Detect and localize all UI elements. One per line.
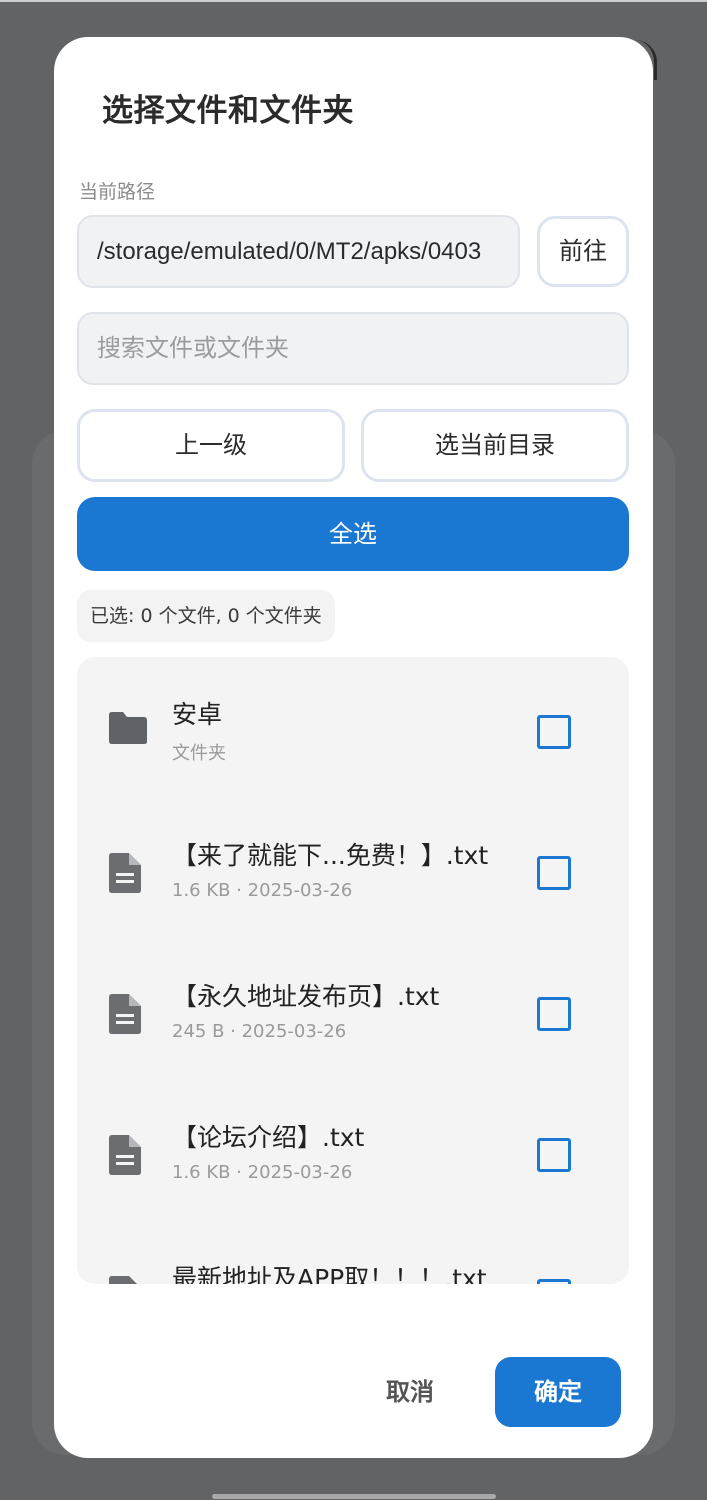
file-icon bbox=[107, 1275, 143, 1284]
file-icon bbox=[107, 852, 143, 898]
item-meta: 1.6 KB · 2025-03-26 bbox=[172, 880, 353, 901]
file-icon bbox=[107, 993, 143, 1039]
search-input[interactable]: 搜索文件或文件夹 bbox=[77, 312, 629, 385]
folder-icon bbox=[107, 711, 149, 749]
select-current-directory-button[interactable]: 选当前目录 bbox=[361, 409, 629, 482]
list-item[interactable]: 【来了就能下...免费！】.txt 1.6 KB · 2025-03-26 bbox=[77, 798, 629, 939]
status-bar-divider bbox=[0, 0, 707, 2]
file-icon bbox=[107, 1134, 143, 1180]
item-checkbox[interactable] bbox=[537, 715, 571, 749]
list-item[interactable]: 安卓 文件夹 bbox=[77, 657, 629, 798]
item-name: 【永久地址发布页】.txt bbox=[172, 982, 440, 1011]
item-name: 最新地址及APP取！！！.txt bbox=[172, 1264, 487, 1284]
item-name: 【论坛介绍】.txt bbox=[172, 1123, 365, 1152]
confirm-button[interactable]: 确定 bbox=[495, 1357, 621, 1427]
item-checkbox[interactable] bbox=[537, 1279, 571, 1284]
item-checkbox[interactable] bbox=[537, 856, 571, 890]
go-button[interactable]: 前往 bbox=[537, 216, 629, 287]
dialog-title: 选择文件和文件夹 bbox=[102, 93, 354, 129]
item-meta: 245 B · 2025-03-26 bbox=[172, 1021, 347, 1042]
selection-summary: 已选: 0 个文件, 0 个文件夹 bbox=[77, 590, 335, 642]
item-checkbox[interactable] bbox=[537, 997, 571, 1031]
item-name: 【来了就能下...免费！】.txt bbox=[172, 841, 489, 870]
cancel-button[interactable]: 取消 bbox=[362, 1357, 458, 1427]
path-input[interactable]: /storage/emulated/0/MT2/apks/0403 bbox=[77, 215, 520, 288]
gesture-navigation-bar[interactable] bbox=[212, 1494, 496, 1499]
file-list[interactable]: 安卓 文件夹 【来了就能下...免费！】.txt 1.6 KB · 2025-0… bbox=[77, 657, 629, 1284]
file-picker-dialog: 选择文件和文件夹 当前路径 /storage/emulated/0/MT2/ap… bbox=[54, 37, 653, 1458]
item-meta: 1.6 KB · 2025-03-26 bbox=[172, 1162, 353, 1183]
parent-directory-button[interactable]: 上一级 bbox=[77, 409, 345, 482]
path-label: 当前路径 bbox=[79, 181, 156, 203]
list-item[interactable]: 【永久地址发布页】.txt 245 B · 2025-03-26 bbox=[77, 939, 629, 1080]
item-meta: 文件夹 bbox=[172, 743, 226, 764]
list-item[interactable]: 最新地址及APP取！！！.txt bbox=[77, 1221, 629, 1284]
item-checkbox[interactable] bbox=[537, 1138, 571, 1172]
list-item[interactable]: 【论坛介绍】.txt 1.6 KB · 2025-03-26 bbox=[77, 1080, 629, 1221]
item-name: 安卓 bbox=[172, 700, 223, 729]
select-all-button[interactable]: 全选 bbox=[77, 497, 629, 571]
